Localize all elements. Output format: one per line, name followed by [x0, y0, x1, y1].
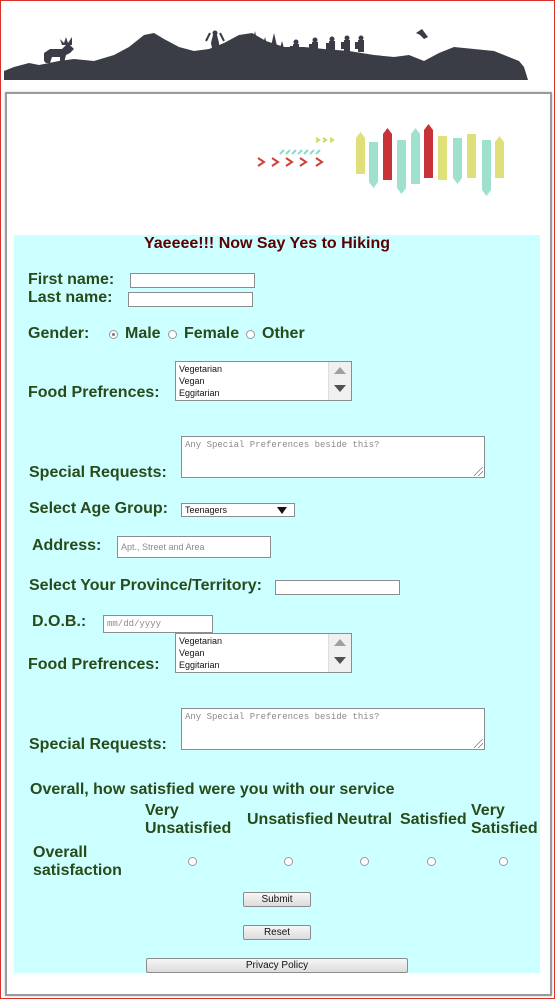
food-option[interactable]: Vegetarian — [179, 363, 348, 375]
resize-grip-icon[interactable] — [474, 739, 483, 748]
scale-satisfied: Satisfied — [400, 811, 467, 828]
age-group-value: Teenagers — [185, 505, 228, 515]
food-option[interactable]: Eggitarian — [179, 387, 348, 399]
province-input[interactable] — [275, 580, 400, 595]
age-group-select[interactable]: Teenagers — [181, 503, 295, 517]
gender-other-label: Other — [262, 325, 305, 342]
gender-female-label: Female — [184, 325, 240, 342]
scale-neutral: Neutral — [337, 811, 393, 828]
special-requests-label-2: Special Requests: — [29, 736, 167, 753]
hiking-registration-form: Yaeeee!!! Now Say Yes to Hiking First na… — [14, 235, 540, 973]
rating-very-satisfied-radio[interactable] — [499, 857, 508, 866]
address-label: Address: — [32, 537, 102, 554]
first-name-input[interactable] — [130, 273, 255, 288]
food-preferences-label-2: Food Prefrences: — [28, 656, 160, 673]
satisfaction-question: Overall, how satisfied were you with our… — [30, 781, 395, 798]
first-name-label: First name: — [28, 271, 115, 288]
rating-satisfied-radio[interactable] — [427, 857, 436, 866]
dropdown-arrow-icon — [277, 507, 287, 514]
food-option[interactable]: Eggitarian — [179, 659, 348, 671]
food-preferences-label: Food Prefrences: — [28, 384, 160, 401]
hiking-banner-illustration — [4, 29, 528, 80]
gender-label: Gender: — [28, 325, 90, 342]
rating-very-unsatisfied-radio[interactable] — [188, 857, 197, 866]
scroll-up-icon[interactable] — [334, 639, 346, 646]
scale-unsatisfied: Unsatisfied — [247, 811, 334, 828]
gender-other-radio[interactable] — [246, 330, 255, 339]
food-option[interactable]: Vegetarian — [179, 635, 348, 647]
reset-button[interactable]: Reset — [243, 925, 311, 940]
submit-button[interactable]: Submit — [243, 892, 311, 907]
rating-neutral-radio[interactable] — [360, 857, 369, 866]
food-preferences-listbox-2[interactable]: Vegetarian Vegan Eggitarian — [175, 633, 352, 673]
gender-female-radio[interactable] — [168, 330, 177, 339]
food-option[interactable]: Vegan — [179, 647, 348, 659]
age-group-label: Select Age Group: — [29, 500, 168, 517]
listbox-scrollbar[interactable] — [328, 362, 351, 400]
satisfaction-row-label: Overall satisfaction — [33, 844, 122, 879]
province-label: Select Your Province/Territory: — [29, 577, 262, 594]
dob-label: D.O.B.: — [32, 613, 87, 630]
resize-grip-icon[interactable] — [474, 467, 483, 476]
food-preferences-listbox[interactable]: Vegetarian Vegan Eggitarian — [175, 361, 352, 401]
last-name-label: Last name: — [28, 289, 113, 306]
scroll-down-icon[interactable] — [334, 385, 346, 392]
arrows-decoration — [257, 124, 504, 196]
dob-input[interactable] — [103, 615, 213, 633]
special-requests-textarea-2[interactable]: Any Special Preferences beside this? — [181, 708, 485, 750]
special-requests-placeholder: Any Special Preferences beside this? — [185, 712, 380, 722]
last-name-input[interactable] — [128, 292, 253, 307]
gender-male-label: Male — [125, 325, 161, 342]
food-option[interactable]: Vegan — [179, 375, 348, 387]
scale-very-satisfied: Very Satisfied — [471, 802, 538, 837]
listbox-scrollbar[interactable] — [328, 634, 351, 672]
privacy-policy-button[interactable]: Privacy Policy — [146, 958, 408, 973]
address-input[interactable] — [117, 536, 271, 558]
scale-very-unsatisfied: Very Unsatisfied — [145, 802, 232, 837]
form-title: Yaeeee!!! Now Say Yes to Hiking — [143, 235, 391, 252]
special-requests-textarea[interactable]: Any Special Preferences beside this? — [181, 436, 485, 478]
scroll-down-icon[interactable] — [334, 657, 346, 664]
special-requests-placeholder: Any Special Preferences beside this? — [185, 440, 380, 450]
special-requests-label: Special Requests: — [29, 464, 167, 481]
rating-unsatisfied-radio[interactable] — [284, 857, 293, 866]
gender-male-radio[interactable] — [109, 330, 118, 339]
scroll-up-icon[interactable] — [334, 367, 346, 374]
